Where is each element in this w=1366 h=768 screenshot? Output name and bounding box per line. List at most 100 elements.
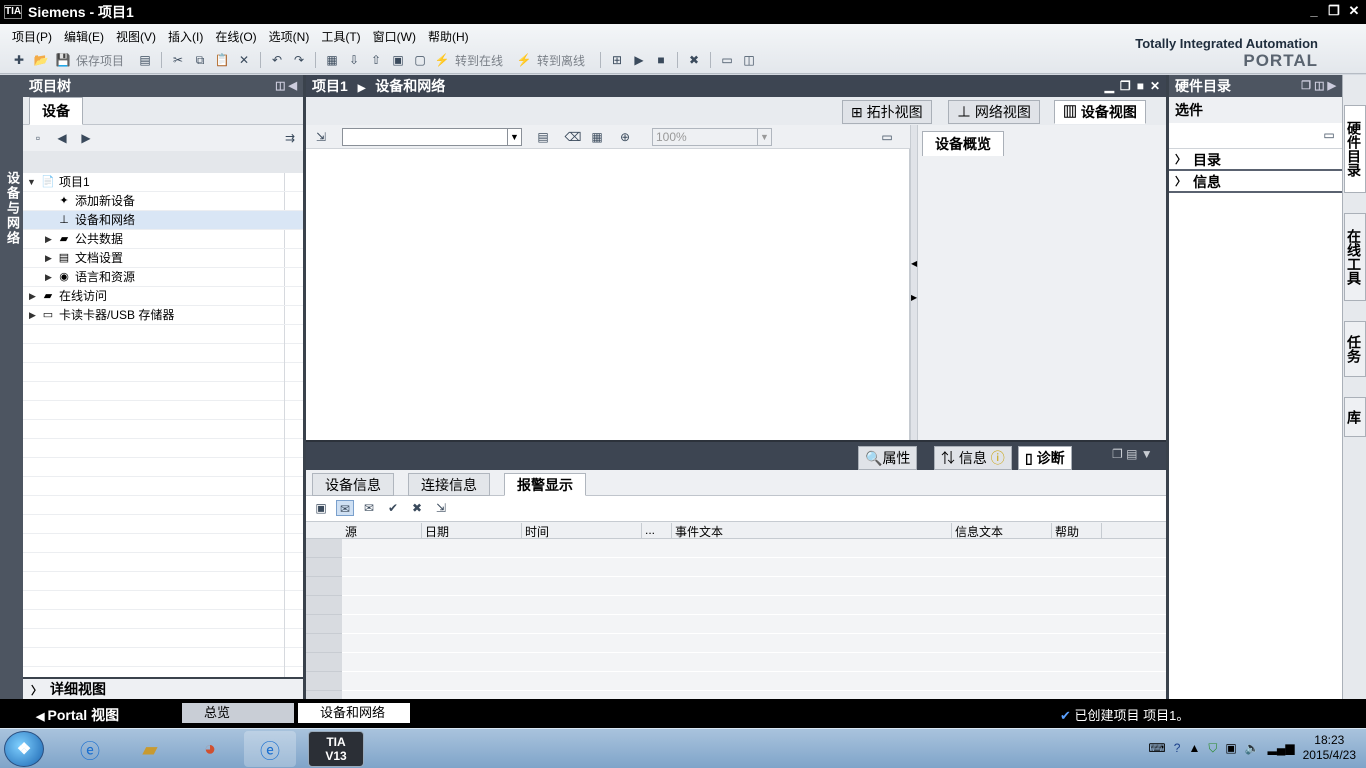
volume-icon[interactable]: 🔈: [1245, 741, 1260, 755]
tree-item-add-device[interactable]: ✦ 添加新设备: [23, 192, 303, 211]
tab-properties[interactable]: 🔍属性: [858, 446, 918, 470]
editor-float-button[interactable]: ❐: [1120, 75, 1131, 97]
network-signal-icon[interactable]: ▂▄▆: [1268, 741, 1295, 755]
help-icon[interactable]: ?: [1174, 741, 1181, 755]
ack-icon[interactable]: ✉: [360, 500, 378, 516]
column-date[interactable]: 日期: [422, 523, 522, 539]
column-info-text[interactable]: 信息文本: [952, 523, 1052, 539]
inspector-window-controls[interactable]: ❐ ▤ ▼: [1112, 447, 1153, 461]
stop-simulation-icon[interactable]: ▢: [411, 52, 429, 68]
export-icon[interactable]: ⇲: [432, 500, 450, 516]
tab-alarm-display[interactable]: 报警显示: [504, 473, 586, 496]
alarm-grid-rows[interactable]: [306, 539, 1166, 699]
compile-icon[interactable]: ▦: [323, 52, 341, 68]
status-tab-overview[interactable]: 总览: [182, 703, 294, 723]
clock[interactable]: 18:23 2015/4/23: [1303, 733, 1356, 763]
tab-device-overview[interactable]: 设备概览: [922, 131, 1004, 156]
security-icon[interactable]: ⛉: [1208, 741, 1217, 756]
print-icon[interactable]: ▤: [136, 52, 154, 68]
devices-networks-vertical-tab[interactable]: 设备与网络: [3, 171, 22, 246]
new-folder-icon[interactable]: ▫: [29, 130, 47, 146]
column-time[interactable]: 时间: [522, 523, 642, 539]
column-more[interactable]: ...: [642, 523, 672, 539]
collapsed-arrow-icon[interactable]: ▶: [29, 306, 39, 325]
zoom-icon[interactable]: ⊕: [616, 129, 634, 145]
active-alarms-icon[interactable]: ✉: [336, 500, 354, 516]
editor-minimize-button[interactable]: ▁: [1105, 75, 1114, 97]
menu-options[interactable]: 选项(N): [263, 28, 316, 45]
menu-insert[interactable]: 插入(I): [162, 28, 209, 45]
download-icon[interactable]: ⇩: [345, 52, 363, 68]
collapse-panel-icon[interactable]: ◫ ◀: [275, 75, 297, 97]
tab-device-info[interactable]: 设备信息: [312, 473, 394, 496]
tab-online-tools[interactable]: 在线工具: [1344, 213, 1366, 301]
tab-device-view[interactable]: ▥ 设备视图: [1054, 100, 1146, 124]
device-selector[interactable]: ▼: [342, 128, 522, 146]
tab-tasks[interactable]: 任务: [1344, 321, 1366, 377]
restore-button[interactable]: ❐: [1328, 3, 1340, 19]
tab-libraries[interactable]: 库: [1344, 397, 1366, 437]
go-online-button[interactable]: 转到在线: [455, 52, 503, 69]
catalog-panel-controls-icon[interactable]: ❐ ◫ ▶: [1301, 75, 1336, 97]
simulation-icon[interactable]: ▣: [389, 52, 407, 68]
paint-taskbar-icon[interactable]: ◕: [184, 731, 236, 767]
back-icon[interactable]: ◀: [53, 130, 71, 146]
collapse-right-icon[interactable]: ▶: [911, 293, 917, 302]
tree-item-languages-resources[interactable]: ▶ ◉ 语言和资源: [23, 268, 303, 287]
go-offline-icon[interactable]: ⚡: [515, 52, 533, 68]
device-canvas[interactable]: [306, 149, 910, 440]
tab-devices[interactable]: 设备: [29, 97, 83, 125]
column-source[interactable]: 源: [342, 523, 422, 539]
go-offline-button[interactable]: 转到离线: [537, 52, 585, 69]
split-horizontal-icon[interactable]: ▭: [718, 52, 736, 68]
collapsed-arrow-icon[interactable]: ▶: [45, 230, 55, 249]
close-button[interactable]: ✕: [1348, 3, 1360, 19]
delete-alarms-icon[interactable]: ✖: [408, 500, 426, 516]
editor-maximize-button[interactable]: ■: [1137, 75, 1144, 97]
tree-item-common-data[interactable]: ▶ ▰ 公共数据: [23, 230, 303, 249]
explorer-taskbar-icon[interactable]: ▰: [124, 731, 176, 767]
start-cpu-icon[interactable]: ▶: [630, 52, 648, 68]
start-button[interactable]: ❖: [4, 731, 44, 767]
overview-splitter[interactable]: ◀ ▶: [910, 125, 918, 440]
collapsed-arrow-icon[interactable]: ▶: [29, 287, 39, 306]
tree-item-project[interactable]: ▼ 📄 项目1: [23, 173, 303, 192]
upload-icon[interactable]: ⇧: [367, 52, 385, 68]
label-icon[interactable]: ⌫: [564, 129, 582, 145]
expand-view-icon[interactable]: ⇉: [281, 130, 299, 146]
chevron-down-icon[interactable]: ▼: [757, 129, 771, 145]
column-help[interactable]: 帮助: [1052, 523, 1102, 539]
tree-item-devices-networks[interactable]: ⊥ 设备和网络: [23, 211, 303, 230]
cross-reference-icon[interactable]: ✖: [685, 52, 703, 68]
editor-close-button[interactable]: ✕: [1150, 75, 1160, 97]
zoom-select[interactable]: 100% ▼: [652, 128, 772, 146]
grid-icon[interactable]: ▦: [588, 129, 606, 145]
tab-hardware-catalog[interactable]: 硬件目录: [1344, 105, 1366, 193]
minimize-button[interactable]: _: [1308, 3, 1320, 19]
menu-online[interactable]: 在线(O): [209, 28, 262, 45]
device-icon[interactable]: ▣: [1225, 741, 1236, 755]
tab-diagnostics[interactable]: ▯ 诊断: [1018, 446, 1072, 470]
menu-window[interactable]: 窗口(W): [367, 28, 422, 45]
detail-view-header[interactable]: 〉详细视图: [23, 677, 303, 699]
tab-connection-info[interactable]: 连接信息: [408, 473, 490, 496]
open-project-icon[interactable]: 📂: [32, 52, 50, 68]
copy-icon[interactable]: ⧉: [191, 52, 209, 68]
options-toggle-icon[interactable]: ▭: [1320, 127, 1338, 143]
archive-view-icon[interactable]: ▣: [312, 500, 330, 516]
tab-topology-view[interactable]: ⊞ 拓扑视图: [842, 100, 932, 124]
menu-edit[interactable]: 编辑(E): [58, 28, 110, 45]
collapse-left-icon[interactable]: ◀: [911, 259, 917, 268]
tree-item-online-access[interactable]: ▶ ▰ 在线访问: [23, 287, 303, 306]
tab-info[interactable]: ⇅ 信息 ⓘ: [934, 446, 1012, 470]
menu-view[interactable]: 视图(V): [110, 28, 162, 45]
tree-item-card-reader[interactable]: ▶ ▭ 卡读卡器/USB 存储器: [23, 306, 303, 325]
go-online-icon[interactable]: ⚡: [433, 52, 451, 68]
ie-taskbar-icon[interactable]: ⓔ: [64, 731, 116, 767]
menu-tools[interactable]: 工具(T): [315, 28, 366, 45]
section-information[interactable]: 〉信息: [1169, 171, 1342, 193]
tia-portal-taskbar-icon[interactable]: TIA V13: [308, 731, 364, 767]
status-tab-devices-networks[interactable]: 设备和网络: [298, 703, 410, 723]
rack-icon[interactable]: ▤: [534, 129, 552, 145]
stop-cpu-icon[interactable]: ■: [652, 52, 670, 68]
